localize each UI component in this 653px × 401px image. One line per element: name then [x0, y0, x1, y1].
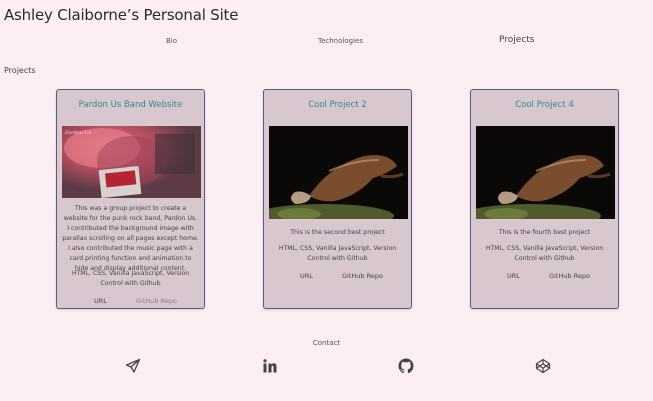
github-icon[interactable] [398, 358, 414, 374]
paper-plane-icon[interactable] [125, 358, 141, 374]
projects-section-label: Projects [4, 66, 36, 75]
contact-label: Contact [312, 339, 341, 347]
project-repo-link[interactable]: GitHub Repo [549, 272, 590, 280]
svg-text:Pardon Us: Pardon Us [64, 130, 92, 136]
project-url-link[interactable]: URL [94, 297, 107, 305]
project-card-cool-2: Cool Project 2 This is the second best p… [263, 89, 412, 309]
project-card-tech: HTML, CSS, Vanilla JavaScript, Version C… [278, 245, 397, 262]
nav-bio-link[interactable]: Bio [166, 37, 177, 45]
project-card-title: Cool Project 2 [308, 100, 367, 110]
project-card-description: This was a group project to create a web… [62, 205, 199, 272]
linkedin-icon[interactable] [262, 358, 278, 374]
project-card-description: This is the second best project [290, 229, 385, 236]
project-card-tech: HTML, CSS, Vanilla JavaScript, Version C… [71, 270, 190, 287]
project-url-link[interactable]: URL [300, 272, 313, 280]
project-repo-link[interactable]: GitHub Repo [342, 272, 383, 280]
project-card-cool-4: Cool Project 4 This is the fourth best p… [470, 89, 619, 309]
project-card-tech: HTML, CSS, Vanilla JavaScript, Version C… [485, 245, 604, 262]
nav-technologies-link[interactable]: Technologies [318, 37, 363, 45]
platypus-photo-image [476, 126, 615, 219]
project-card-title: Pardon Us Band Website [78, 100, 183, 110]
project-repo-link[interactable]: GitHub Repo [136, 297, 177, 305]
platypus-photo-image [269, 126, 408, 219]
project-card-pardon-us: Pardon Us Band Website Pardon Us This wa… [56, 89, 205, 309]
project-url-link[interactable]: URL [507, 272, 520, 280]
project-card-title: Cool Project 4 [515, 100, 574, 110]
project-card-description: This is the fourth best project [498, 229, 591, 236]
site-title: Ashley Claiborne’s Personal Site [4, 6, 239, 24]
codepen-icon[interactable] [535, 358, 551, 374]
nav-projects-link[interactable]: Projects [499, 35, 534, 45]
